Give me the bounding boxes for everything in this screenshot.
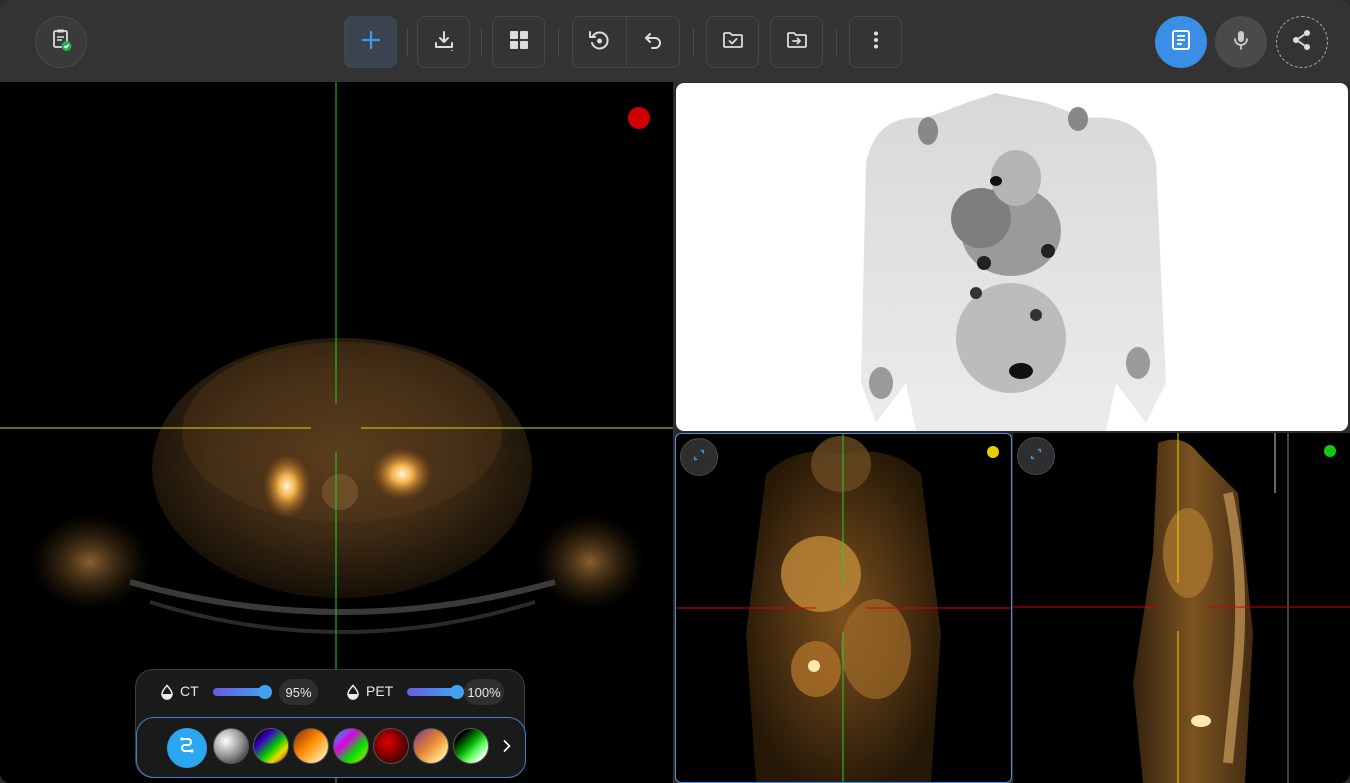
colormap-green-fire[interactable] xyxy=(453,728,489,764)
toolbar-divider xyxy=(836,28,837,56)
toolbar-divider xyxy=(558,28,559,56)
coronal-orientation-indicator xyxy=(987,446,999,458)
pet-opacity-slider-handle[interactable] xyxy=(450,685,464,699)
clipboard-check-icon xyxy=(48,27,74,58)
ct-label: CT xyxy=(180,683,199,699)
colormap-hot-iron[interactable] xyxy=(293,728,329,764)
mip-projection-image xyxy=(861,93,1166,431)
undo-icon xyxy=(641,28,665,57)
toolbar-divider xyxy=(407,28,408,56)
dictation-button[interactable] xyxy=(1215,16,1267,68)
opacity-drop-icon xyxy=(346,684,360,700)
link-icon xyxy=(176,735,198,762)
ct-opacity-value: 95% xyxy=(279,679,318,705)
colormap-red-hot[interactable] xyxy=(373,728,409,764)
download-button[interactable] xyxy=(417,16,470,68)
top-toolbar xyxy=(0,0,1350,82)
chevron-right-icon xyxy=(502,737,512,758)
share-icon xyxy=(1289,27,1315,58)
toolbar-divider xyxy=(481,28,482,56)
expand-icon xyxy=(1029,447,1043,466)
link-colormap-button[interactable] xyxy=(167,728,207,768)
fusion-control-panel: CT 95% PET 100% xyxy=(135,669,526,778)
more-options-button[interactable] xyxy=(849,16,902,68)
colormap-selector xyxy=(136,717,526,778)
colormap-rainbow[interactable] xyxy=(253,728,289,764)
pet-ct-viewer-app: CT 95% PET 100% xyxy=(0,0,1350,783)
folder-export-button[interactable] xyxy=(770,16,823,68)
reset-view-button[interactable] xyxy=(573,17,626,67)
ct-opacity-slider-handle[interactable] xyxy=(258,685,273,699)
pet-opacity-value: 100% xyxy=(464,679,504,705)
report-icon xyxy=(1168,27,1194,58)
folder-check-icon xyxy=(721,28,745,57)
colormap-grayscale[interactable] xyxy=(213,728,249,764)
layout-button[interactable] xyxy=(492,16,545,68)
plus-icon xyxy=(359,28,383,57)
add-button[interactable] xyxy=(344,16,397,68)
share-button[interactable] xyxy=(1276,16,1328,68)
axial-orientation-indicator xyxy=(628,107,650,129)
study-status-button[interactable] xyxy=(35,16,87,68)
coronal-viewport[interactable] xyxy=(675,433,1012,783)
colormap-spectral[interactable] xyxy=(333,728,369,764)
colormap-gold[interactable] xyxy=(413,728,449,764)
folder-check-button[interactable] xyxy=(706,16,759,68)
opacity-controls: CT 95% PET 100% xyxy=(136,670,526,714)
report-button[interactable] xyxy=(1155,16,1207,68)
grid-icon xyxy=(507,28,531,57)
coronal-expand-button[interactable] xyxy=(680,438,718,476)
folder-export-icon xyxy=(785,28,809,57)
pet-label: PET xyxy=(366,683,394,699)
mip-viewport[interactable] xyxy=(676,83,1348,431)
download-icon xyxy=(432,28,456,57)
sagittal-expand-button[interactable] xyxy=(1017,437,1055,475)
expand-icon xyxy=(692,448,706,467)
opacity-drop-icon xyxy=(160,684,174,700)
sagittal-viewport[interactable] xyxy=(1013,433,1350,783)
coronal-fused-image xyxy=(676,434,1011,782)
sagittal-orientation-indicator xyxy=(1324,445,1336,457)
sagittal-fused-image xyxy=(1013,433,1350,783)
reset-view-icon xyxy=(587,28,611,57)
microphone-icon xyxy=(1228,27,1254,58)
history-button-group xyxy=(572,16,680,68)
more-vertical-icon xyxy=(864,28,888,57)
toolbar-divider xyxy=(693,28,694,56)
undo-button[interactable] xyxy=(625,17,680,67)
colormap-next-button[interactable] xyxy=(499,736,515,758)
